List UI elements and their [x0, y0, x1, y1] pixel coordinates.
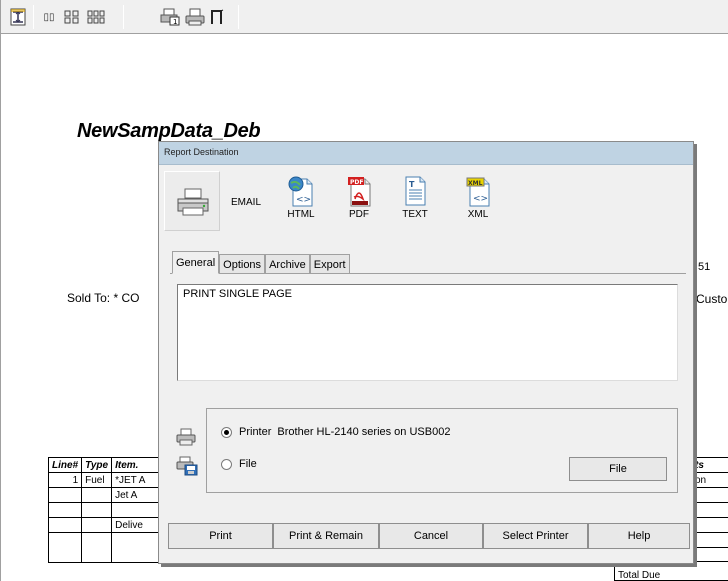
right-cell: on [691, 472, 728, 488]
toolbar: ▯▯ 1 [1, 0, 728, 34]
dialog-title: Report Destination [159, 142, 693, 165]
cell-line [47, 487, 83, 503]
html-destination-button[interactable]: <> HTML [287, 175, 315, 220]
printer-small-icon [176, 428, 196, 449]
report-viewer-window: ▯▯ 1 NewSampData_Deb Sold To: * CO 51 Cu… [0, 0, 728, 581]
select-printer-button[interactable]: Select Printer [483, 523, 588, 549]
cell-type: Fuel [81, 472, 113, 488]
right-cell [691, 517, 728, 533]
pdf-destination-button[interactable]: PDF PDF [345, 175, 373, 220]
print-page-icon[interactable]: 1 [159, 7, 181, 27]
total-due-label: Total Due [614, 561, 728, 581]
printer-radio[interactable] [221, 426, 232, 438]
column-header-line: Line# [47, 457, 83, 473]
browse-file-button[interactable]: File [569, 457, 667, 481]
cell-type [81, 517, 113, 533]
cell-line: 1 [47, 472, 83, 488]
line-items-table: Line# Type Item. 1 Fuel *JET A Jet A Del… [47, 457, 160, 563]
four-pages-icon[interactable] [61, 7, 83, 27]
file-radio[interactable] [221, 458, 232, 470]
cell-line [47, 532, 83, 563]
text-icon: T [405, 176, 426, 206]
save-to-file-icon [176, 456, 198, 479]
right-cell [691, 532, 728, 548]
html-label: HTML [287, 209, 315, 220]
cell-line [47, 517, 83, 533]
print-icon[interactable] [184, 7, 206, 27]
cell-line [47, 502, 83, 518]
cell-item [111, 502, 160, 518]
printer-radio-label: Printer [239, 426, 272, 438]
table-row: Delive [47, 517, 160, 533]
table-header-row: Line# Type Item. [47, 457, 160, 473]
tab-bar: General Options Archive Export [172, 251, 350, 274]
html-icon: <> [288, 176, 313, 207]
print-button[interactable]: Print [168, 523, 273, 549]
column-header-type: Type [81, 457, 113, 473]
xml-label: XML [467, 209, 489, 220]
xml-destination-button[interactable]: XML <> XML [464, 175, 492, 220]
pdf-icon: PDF [348, 177, 371, 207]
right-column-header: ts [691, 457, 728, 473]
column-header-item: Item. [111, 457, 160, 473]
cancel-button[interactable]: Cancel [379, 523, 483, 549]
cell-type [81, 502, 113, 518]
cell-item: *JET A [111, 472, 160, 488]
report-title: NewSampData_Deb [77, 120, 261, 142]
toolbar-separator [238, 5, 239, 29]
svg-text:T: T [409, 180, 415, 189]
table-row: 1 Fuel *JET A [47, 472, 160, 488]
printer-destination-button[interactable] [164, 171, 220, 231]
right-cell [691, 502, 728, 518]
svg-text:PDF: PDF [350, 179, 363, 186]
email-destination-button[interactable]: EMAIL [231, 195, 261, 208]
file-radio-option[interactable]: File [221, 458, 257, 470]
tab-general[interactable]: General [172, 251, 220, 274]
six-pages-icon[interactable] [85, 7, 107, 27]
toolbar-separator [33, 5, 34, 29]
help-button[interactable]: Help [588, 523, 690, 549]
cell-item: Jet A [111, 487, 160, 503]
printer-name: Brother HL-2140 series on USB002 [277, 426, 451, 438]
svg-text:<>: <> [473, 194, 488, 204]
svg-text:<>: <> [296, 195, 311, 205]
fit-page-icon[interactable] [7, 7, 29, 27]
tab-archive[interactable]: Archive [265, 254, 310, 273]
text-destination-button[interactable]: T TEXT [401, 175, 429, 220]
tab-export[interactable]: Export [309, 254, 350, 273]
toolbar-separator [123, 5, 124, 29]
file-radio-label: File [239, 458, 257, 470]
print-and-remain-button[interactable]: Print & Remain [273, 523, 379, 549]
two-pages-icon[interactable]: ▯▯ [38, 7, 60, 27]
sold-to-label: Sold To: * CO [67, 291, 140, 305]
cell-type [81, 532, 113, 563]
xml-icon: XML <> [466, 177, 490, 207]
right-fragment-customer: Custor [696, 292, 728, 306]
tab-options[interactable]: Options [219, 254, 266, 273]
table-row: Jet A [47, 487, 160, 503]
general-tab-panel: PRINT SINGLE PAGE Printer Brother HL-214… [170, 273, 686, 513]
output-target-group: Printer Brother HL-2140 series on USB002… [206, 408, 678, 493]
right-fragment-number: 51 [698, 261, 711, 273]
table-row [47, 502, 160, 518]
dialog-button-bar: Print Print & Remain Cancel Select Print… [168, 521, 690, 553]
cell-item: Delive [111, 517, 160, 533]
report-text-area[interactable]: PRINT SINGLE PAGE [177, 284, 678, 381]
exit-icon[interactable] [206, 7, 228, 27]
printer-radio-option[interactable]: Printer Brother HL-2140 series on USB002 [221, 426, 450, 438]
table-row [47, 532, 160, 563]
svg-text:1: 1 [173, 18, 177, 26]
cell-item [111, 532, 160, 563]
printer-icon [176, 187, 210, 220]
text-label: TEXT [402, 209, 428, 220]
pdf-label: PDF [349, 209, 369, 220]
cell-type [81, 487, 113, 503]
svg-text:XML: XML [468, 180, 483, 187]
email-label: EMAIL [231, 197, 262, 208]
right-table-fragment: ts on [691, 457, 728, 548]
report-destination-dialog: Report Destination EMAIL <> HTML PDF PDF… [158, 141, 694, 564]
right-cell [691, 487, 728, 503]
